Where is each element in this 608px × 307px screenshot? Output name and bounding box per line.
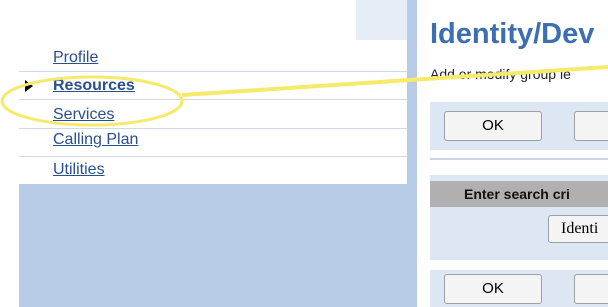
- highlight-ellipse: [0, 75, 184, 127]
- highlight-pointer-line: [181, 65, 608, 97]
- annotation-overlay: [0, 65, 608, 127]
